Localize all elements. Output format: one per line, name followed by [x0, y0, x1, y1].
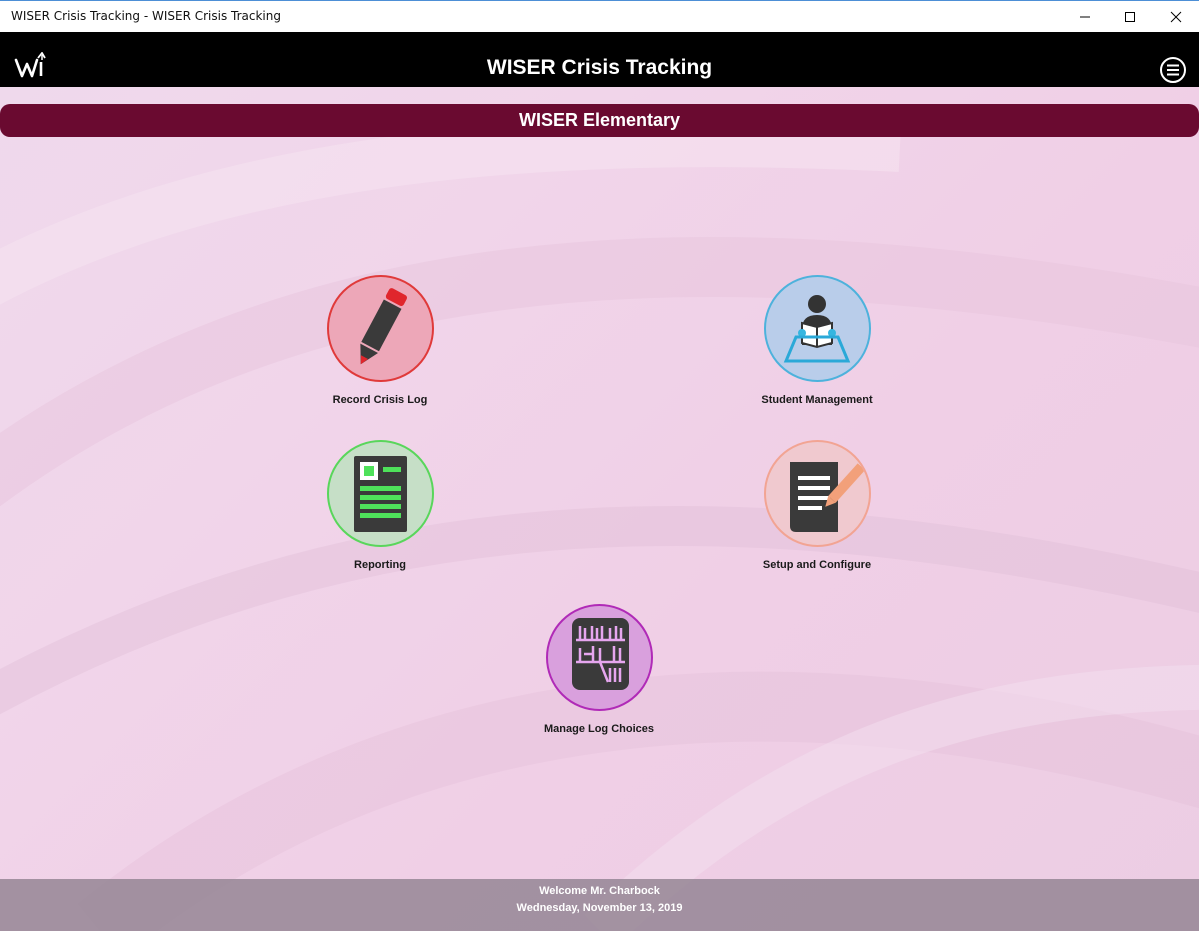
- record-crisis-log-circle[interactable]: [326, 275, 434, 382]
- window-titlebar: WISER Crisis Tracking - WISER Crisis Tra…: [0, 0, 1199, 32]
- welcome-message: Welcome Mr. Charbock: [539, 885, 660, 897]
- status-footer: Welcome Mr. Charbock Wednesday, November…: [0, 879, 1199, 931]
- setup-and-configure-button[interactable]: Setup and Configure: [707, 440, 927, 571]
- manage-log-choices-circle[interactable]: [545, 604, 653, 711]
- close-button[interactable]: [1153, 1, 1199, 32]
- current-date: Wednesday, November 13, 2019: [516, 902, 683, 914]
- minimize-icon: [1080, 16, 1090, 17]
- student-management-circle[interactable]: [763, 275, 871, 382]
- manage-log-choices-button[interactable]: Manage Log Choices: [489, 604, 709, 735]
- minimize-button[interactable]: [1062, 1, 1108, 32]
- record-crisis-log-button[interactable]: Record Crisis Log: [270, 275, 490, 406]
- student-management-button[interactable]: Student Management: [707, 275, 927, 406]
- setup-and-configure-label: Setup and Configure: [762, 559, 872, 571]
- hamburger-menu-icon[interactable]: [1159, 56, 1187, 84]
- maximize-button[interactable]: [1107, 1, 1153, 32]
- record-crisis-log-label: Record Crisis Log: [332, 394, 428, 406]
- student-management-label: Student Management: [761, 394, 873, 406]
- setup-and-configure-circle[interactable]: [763, 440, 871, 547]
- window-title: WISER Crisis Tracking - WISER Crisis Tra…: [11, 9, 281, 23]
- bookshelf-icon: [571, 618, 629, 690]
- reporting-circle[interactable]: [326, 440, 434, 547]
- app-title: WISER Crisis Tracking: [486, 56, 713, 79]
- pencil-icon: [359, 288, 407, 365]
- document-edit-icon: [789, 462, 865, 532]
- manage-log-choices-label: Manage Log Choices: [543, 723, 655, 735]
- background-swirl: [0, 87, 1199, 931]
- report-document-icon: [353, 456, 407, 532]
- student-reading-icon: [783, 295, 850, 363]
- school-name-banner: WISER Elementary: [0, 104, 1199, 137]
- close-icon: [1170, 11, 1182, 22]
- reporting-button[interactable]: Reporting: [270, 440, 490, 571]
- app-header: WISER Crisis Tracking: [0, 32, 1199, 87]
- reporting-label: Reporting: [354, 559, 406, 571]
- maximize-icon: [1125, 11, 1135, 22]
